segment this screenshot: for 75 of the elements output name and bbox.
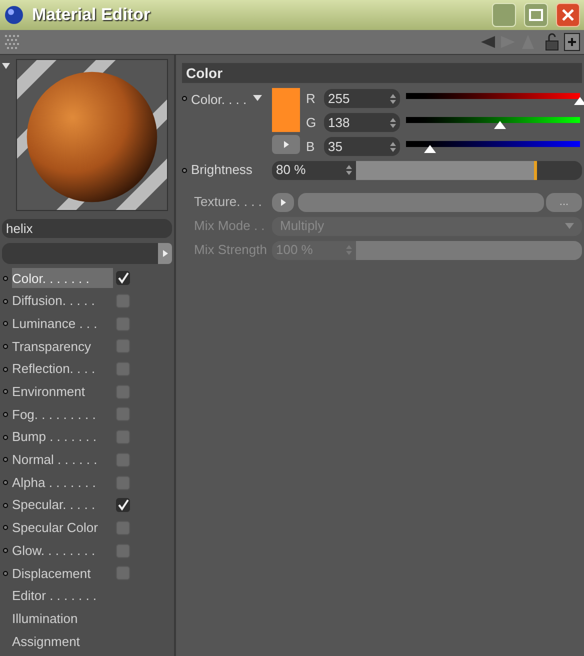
- checkbox[interactable]: [116, 520, 130, 535]
- spinner-icon: [390, 118, 396, 128]
- checkbox[interactable]: [116, 362, 130, 376]
- checkbox[interactable]: [116, 544, 130, 558]
- channel-item[interactable]: Diffusion. . . . .: [12, 291, 113, 312]
- channel-item[interactable]: Glow. . . . . . . .: [12, 540, 113, 561]
- channel-item[interactable]: Fog. . . . . . . . .: [12, 404, 113, 424]
- channel-item[interactable]: Editor . . . . . . .: [12, 586, 113, 606]
- checkbox[interactable]: [116, 384, 130, 399]
- dropdown-triangle-icon[interactable]: [252, 95, 262, 101]
- arrow-icon: [162, 250, 168, 257]
- maximize-button[interactable]: [524, 3, 548, 27]
- sphere-icon: [4, 5, 24, 25]
- channel-item[interactable]: Transparency: [12, 336, 113, 356]
- channel-item[interactable]: Illumination: [12, 608, 113, 629]
- channel-item[interactable]: Environment: [12, 382, 113, 402]
- value-field[interactable]: 35: [324, 137, 400, 156]
- dropdown-field[interactable]: [2, 243, 158, 264]
- arrow-icon: [280, 198, 286, 206]
- channel-item[interactable]: Normal . . . . . .: [12, 450, 113, 470]
- channel-item[interactable]: Specular Color: [12, 518, 113, 538]
- channel-item[interactable]: Color. . . . . . .: [12, 268, 113, 288]
- channel-letter: B: [306, 138, 316, 156]
- value-field[interactable]: 255: [324, 89, 400, 108]
- color-slider[interactable]: [406, 138, 580, 154]
- checkbox[interactable]: [116, 316, 130, 331]
- spinner-icon: [346, 165, 352, 175]
- color-slider[interactable]: [406, 114, 580, 130]
- texture-label: Texture. . . .: [193, 193, 263, 212]
- brightness-label: Brightness: [191, 161, 252, 180]
- section-header: Color: [182, 63, 582, 83]
- checkbox[interactable]: [116, 339, 130, 354]
- plus-icon[interactable]: [564, 33, 580, 51]
- dropdown-triangle-icon: [565, 223, 574, 229]
- brightness-slider[interactable]: [356, 160, 582, 180]
- checkbox[interactable]: [116, 452, 130, 467]
- channel-letter: G: [306, 114, 318, 132]
- value-field[interactable]: 138: [324, 113, 400, 132]
- window-title: Material Editor: [32, 4, 150, 26]
- close-button[interactable]: [556, 3, 580, 27]
- checkbox[interactable]: [116, 430, 130, 444]
- maximize-icon: [529, 9, 543, 21]
- menu-triangle-icon[interactable]: [2, 63, 12, 71]
- spinner-icon: [346, 245, 352, 255]
- channel-item[interactable]: Luminance . . .: [12, 314, 113, 334]
- checkbox[interactable]: [116, 407, 130, 422]
- brightness-field[interactable]: 80 %: [272, 160, 356, 180]
- channel-item[interactable]: Displacement: [12, 563, 113, 584]
- channel-item[interactable]: Specular. . . . .: [12, 495, 113, 516]
- channel-item[interactable]: Assignment: [12, 631, 113, 652]
- lock-icon[interactable]: [544, 33, 560, 51]
- minimize-button[interactable]: [492, 3, 516, 27]
- spinner-icon: [390, 142, 396, 152]
- color-label: Color. . . .: [191, 91, 247, 109]
- grip-icon[interactable]: [4, 34, 20, 50]
- texture-field[interactable]: [298, 192, 544, 212]
- mix-strength-slider[interactable]: [356, 240, 582, 260]
- spinner-icon: [390, 94, 396, 104]
- back-arrow-icon[interactable]: [480, 34, 496, 50]
- texture-arrow-button[interactable]: [272, 192, 294, 212]
- channel-item[interactable]: Bump . . . . . . .: [12, 427, 113, 448]
- checkbox[interactable]: [116, 271, 130, 286]
- channel-item[interactable]: Reflection. . . .: [12, 359, 113, 380]
- channel-letter: R: [306, 90, 316, 108]
- color-swatch[interactable]: [272, 88, 300, 132]
- name-field[interactable]: helix: [2, 219, 172, 238]
- checkbox[interactable]: [116, 566, 130, 580]
- expand-button[interactable]: [272, 135, 300, 154]
- channel-item[interactable]: Alpha . . . . . . .: [12, 472, 113, 493]
- checkbox[interactable]: [116, 294, 130, 308]
- dropdown-button[interactable]: [158, 243, 172, 264]
- close-icon: [562, 9, 574, 21]
- checkbox[interactable]: [116, 498, 130, 512]
- checkbox[interactable]: [116, 476, 130, 490]
- arrow-icon: [284, 141, 288, 148]
